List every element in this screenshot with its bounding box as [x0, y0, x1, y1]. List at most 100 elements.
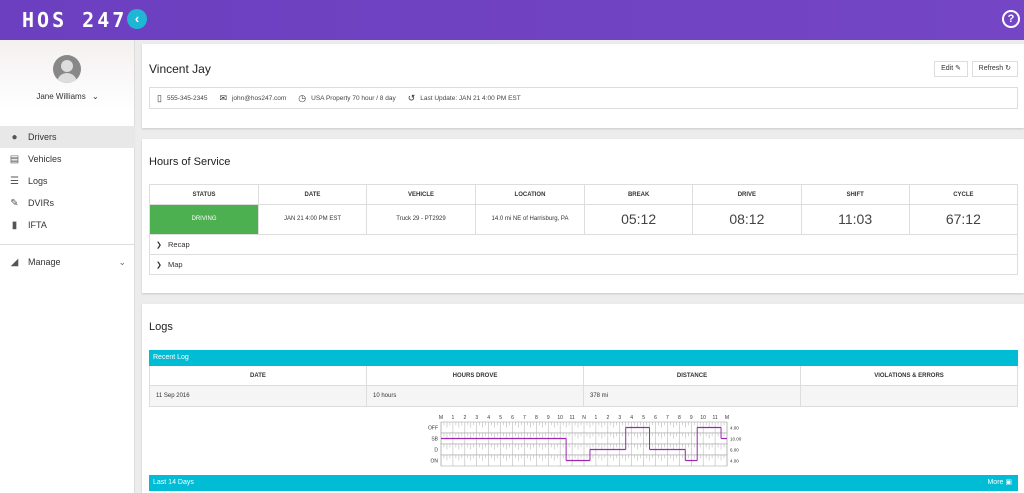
hour-label: 5 [499, 415, 502, 421]
sidebar-nav: ● Drivers ▤ Vehicles ☰ Logs ✎ DVIRs ▮ IF… [0, 126, 135, 273]
driver-info: ▯ 555-345-2345 ✉ john@hos247.com ◷ USA Prop… [149, 87, 1018, 109]
column-header: BREAK [585, 185, 694, 205]
user-menu[interactable]: Jane Williams ⌄ [0, 92, 135, 101]
log-violations [801, 386, 1017, 406]
chevron-right-icon: ❯ [156, 242, 162, 249]
sidebar-item-manage[interactable]: ◢ Manage ⌄ [0, 251, 135, 273]
cycle-timer: 67:12 [945, 211, 981, 227]
hour-label: M [439, 415, 443, 421]
break-timer: 05:12 [585, 205, 694, 234]
hour-label: 10 [557, 415, 563, 421]
sidebar-item-label: Manage [28, 257, 61, 267]
sidebar-item-drivers[interactable]: ● Drivers [0, 126, 135, 148]
more-link[interactable]: More ▣ [987, 475, 1012, 491]
last-14-days-header: Last 14 Days More ▣ [149, 475, 1018, 491]
log-hours: 10 hours [367, 386, 584, 406]
clock-icon: ◷ [298, 92, 307, 103]
map-expander[interactable]: ❯ Map [150, 254, 1017, 274]
hour-label: 8 [535, 415, 538, 421]
log-graph: M 1 2 3 4 5 6 7 8 9 10 11 N 1 2 3 4 5 6 7 8 9 10 11 MOFF 4.00SB 10… [428, 415, 742, 467]
shift-timer: 11:03 [802, 205, 910, 234]
hour-label: 8 [678, 415, 681, 421]
sidebar-item-dvirs[interactable]: ✎ DVIRs [0, 192, 135, 214]
row-total: 6.00 [730, 448, 739, 453]
driver-email[interactable]: john@hos247.com [232, 95, 286, 102]
hour-label: 5 [642, 415, 645, 421]
chevron-left-icon[interactable]: ‹ [127, 9, 147, 29]
sidebar-item-label: Logs [28, 176, 48, 186]
hos-card: Hours of Service STATUS DATE VEHICLE LOC… [142, 139, 1024, 293]
person-icon: ● [11, 131, 18, 143]
hour-label: M [725, 415, 729, 421]
refresh-button[interactable]: Refresh ↻ [971, 61, 1018, 77]
row-label: D [434, 448, 438, 454]
vehicle-name: Truck 29 - PT2929 [367, 205, 476, 234]
sidebar: Jane Williams ⌄ ● Drivers ▤ Vehicles ☰ L… [0, 40, 135, 493]
column-header: DISTANCE [584, 366, 801, 386]
settings-icon: ◢ [10, 256, 19, 268]
sidebar-item-label: DVIRs [28, 198, 55, 208]
column-header: VEHICLE [367, 185, 476, 205]
hour-label: 6 [511, 415, 514, 421]
email-icon: ✉ [219, 92, 227, 103]
divider [0, 244, 135, 245]
phone-icon: ▯ [157, 92, 162, 103]
driver-phone: 555-345-2345 [166, 94, 208, 102]
chevron-down-icon: ⌄ [91, 92, 99, 101]
hour-label: 2 [606, 415, 609, 421]
hour-label: 2 [463, 415, 466, 421]
logs-card: Logs Recent Log DATE HOURS DROVE DISTANC… [142, 304, 1024, 493]
hour-label: 4 [487, 415, 490, 421]
column-header: SHIFT [801, 185, 910, 205]
hour-label: N [582, 415, 586, 421]
hour-label: 4 [630, 415, 633, 421]
status-badge: DRIVING [150, 205, 259, 234]
hour-label: 7 [666, 415, 669, 421]
row-label: OFF [428, 426, 438, 432]
more-label: More [987, 479, 1004, 486]
location: 14.0 mi NE of Harrisburg, PA [476, 205, 585, 234]
section-title: Hours of Service [149, 156, 231, 168]
column-header: STATUS [150, 185, 259, 205]
hour-label: 7 [523, 415, 526, 421]
recap-label: Recap [168, 240, 190, 249]
recap-expander[interactable]: ❯ Recap [150, 234, 1017, 254]
row-total: 10.00 [730, 437, 742, 442]
logs-table: DATE HOURS DROVE DISTANCE VIOLATIONS & E… [149, 366, 1018, 407]
driver-card: Vincent Jay Edit ✎ Refresh ↻ ▯ 555-345-23… [142, 44, 1024, 128]
sidebar-item-vehicles[interactable]: ▤ Vehicles [0, 148, 135, 170]
hour-label: 1 [452, 415, 455, 421]
avatar [53, 55, 81, 83]
list-icon: ☰ [10, 175, 19, 187]
top-bar: HOS 247 ‹ ? [0, 0, 1024, 40]
sidebar-item-logs[interactable]: ☰ Logs [0, 170, 135, 192]
wrench-icon: ✎ [10, 197, 19, 209]
column-header: DRIVE [693, 185, 802, 205]
bus-icon: ▤ [9, 153, 20, 165]
sidebar-item-ifta[interactable]: ▮ IFTA [0, 214, 135, 236]
driver-ruleset: USA Property 70 hour / 8 day [311, 94, 396, 102]
sidebar-item-label: IFTA [28, 220, 47, 230]
chevron-down-icon: ⌄ [118, 256, 126, 267]
hos-table: STATUS DATE VEHICLE LOCATION DRIVING JAN… [149, 184, 1018, 275]
app-logo[interactable]: HOS 247 [22, 8, 127, 32]
map-label: Map [168, 260, 183, 269]
sidebar-item-label: Vehicles [28, 154, 62, 164]
history-icon: ↺ [407, 92, 416, 103]
hour-label: 6 [654, 415, 657, 421]
calendar-icon: ▣ [1005, 479, 1012, 486]
user-profile: Jane Williams ⌄ [0, 40, 134, 110]
table-row[interactable]: 11 Sep 2016 10 hours 378 mi [150, 386, 1017, 406]
hour-label: 9 [547, 415, 550, 421]
hour-label: 9 [690, 415, 693, 421]
edit-button[interactable]: Edit ✎ [934, 61, 968, 77]
hour-label: 3 [618, 415, 621, 421]
fuel-icon: ▮ [11, 219, 18, 231]
column-header: DATE [150, 366, 367, 386]
section-title: Logs [149, 321, 173, 333]
help-icon[interactable]: ? [1002, 10, 1020, 28]
sidebar-item-label: Drivers [28, 132, 57, 142]
drive-timer: 08:12 [693, 205, 802, 234]
row-total: 4.00 [730, 426, 739, 431]
page-title: Vincent Jay [149, 62, 211, 76]
